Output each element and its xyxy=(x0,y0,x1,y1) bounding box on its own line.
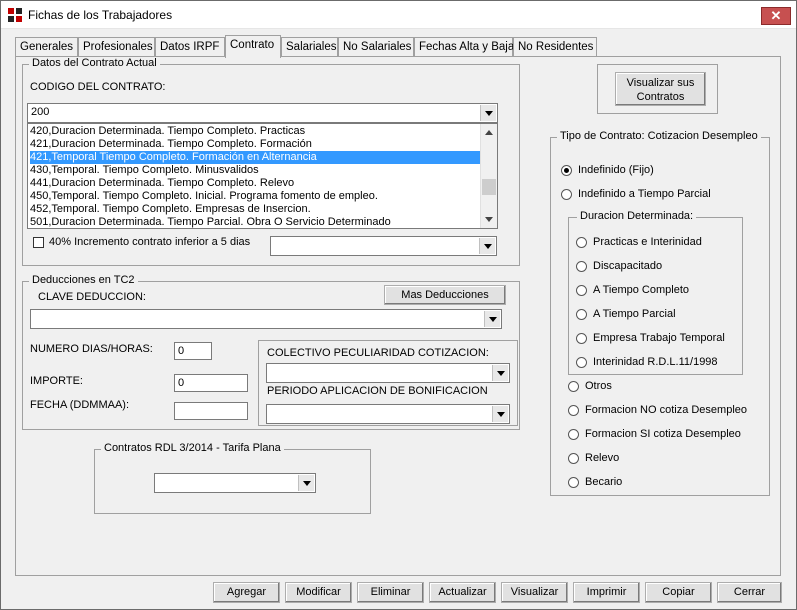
contract-list[interactable]: 420,Duracion Determinada. Tiempo Complet… xyxy=(27,123,498,229)
list-item[interactable]: 450,Temporal. Tiempo Completo. Inicial. … xyxy=(30,190,482,203)
imprimir-button[interactable]: Imprimir xyxy=(573,582,640,603)
clave-deduccion-label: CLAVE DEDUCCION: xyxy=(38,291,146,303)
scroll-thumb[interactable] xyxy=(482,179,496,195)
radio-label: Otros xyxy=(585,380,612,392)
deductions-group-title: Deducciones en TC2 xyxy=(29,274,138,286)
radio-icon[interactable] xyxy=(561,189,572,200)
colectivo-label: COLECTIVO PECULIARIDAD COTIZACION: xyxy=(267,347,489,359)
tab-fechas-alta-baja[interactable]: Fechas Alta y Baja xyxy=(414,37,514,57)
list-item[interactable]: 420,Duracion Determinada. Tiempo Complet… xyxy=(30,125,482,138)
periodo-combo[interactable] xyxy=(266,404,510,424)
contract-code-value: 200 xyxy=(31,106,50,118)
importe-value: 0 xyxy=(178,377,185,389)
radio-icon[interactable] xyxy=(568,453,579,464)
chevron-down-icon[interactable] xyxy=(492,365,508,381)
tab-profesionales[interactable]: Profesionales xyxy=(78,37,155,57)
main-window: Fichas de los Trabajadores ✕ Generales P… xyxy=(0,0,797,610)
increment-combo[interactable] xyxy=(270,236,497,256)
list-scrollbar[interactable] xyxy=(480,124,497,228)
contract-type-title: Tipo de Contrato: Cotizacion Desempleo xyxy=(557,130,761,142)
radio-label: Relevo xyxy=(585,452,620,464)
radio-label: A Tiempo Parcial xyxy=(593,308,676,320)
importe-label: IMPORTE: xyxy=(30,375,83,387)
tab-no-salariales[interactable]: No Salariales xyxy=(338,37,414,57)
scroll-down-icon[interactable] xyxy=(481,212,497,228)
radio-icon[interactable] xyxy=(576,285,587,296)
numero-dias-value: 0 xyxy=(178,345,185,357)
tab-contrato[interactable]: Contrato xyxy=(225,35,281,58)
radio-label: Becario xyxy=(585,476,623,488)
numero-dias-label: NUMERO DIAS/HORAS: xyxy=(30,343,153,355)
rdl-group-title: Contratos RDL 3/2014 - Tarifa Plana xyxy=(101,442,284,454)
radio-icon[interactable] xyxy=(576,309,587,320)
more-deductions-button[interactable]: Mas Deducciones xyxy=(384,285,506,305)
eliminar-button[interactable]: Eliminar xyxy=(357,582,424,603)
close-button[interactable]: ✕ xyxy=(761,7,791,25)
fecha-label: FECHA (DDMMAA): xyxy=(30,399,129,411)
colectivo-combo[interactable] xyxy=(266,363,510,383)
increment-checkbox[interactable] xyxy=(33,237,44,248)
clave-deduccion-combo[interactable] xyxy=(30,309,502,329)
copiar-button[interactable]: Copiar xyxy=(645,582,712,603)
chevron-down-icon[interactable] xyxy=(484,311,500,327)
window-title: Fichas de los Trabajadores xyxy=(28,8,173,22)
tab-generales[interactable]: Generales xyxy=(15,37,78,57)
radio-icon[interactable] xyxy=(568,381,579,392)
radio-label: Empresa Trabajo Temporal xyxy=(593,332,725,344)
radio-label: Interinidad R.D.L.11/1998 xyxy=(593,356,718,368)
contract-code-label: CODIGO DEL CONTRATO: xyxy=(30,81,166,93)
radio-icon[interactable] xyxy=(576,261,587,272)
tab-no-residentes[interactable]: No Residentes xyxy=(513,37,597,57)
cerrar-button[interactable]: Cerrar xyxy=(717,582,782,603)
chevron-down-icon[interactable] xyxy=(298,475,314,491)
radio-icon[interactable] xyxy=(568,477,579,488)
tab-salariales[interactable]: Salariales xyxy=(281,37,338,57)
radio-label: A Tiempo Completo xyxy=(593,284,689,296)
numero-dias-input[interactable]: 0 xyxy=(174,342,212,360)
scroll-up-icon[interactable] xyxy=(481,124,497,140)
chevron-down-icon[interactable] xyxy=(492,406,508,422)
radio-label: Formacion NO cotiza Desempleo xyxy=(585,404,748,416)
tab-datos-irpf[interactable]: Datos IRPF xyxy=(155,37,225,57)
modificar-button[interactable]: Modificar xyxy=(285,582,352,603)
list-item-selected[interactable]: 421,Temporal Tiempo Completo. Formación … xyxy=(30,151,482,164)
periodo-label: PERIODO APLICACION DE BONIFICACION xyxy=(267,385,488,397)
rdl-combo[interactable] xyxy=(154,473,316,493)
visualizar-button[interactable]: Visualizar xyxy=(501,582,568,603)
view-contracts-button[interactable]: Visualizar sus Contratos xyxy=(615,72,706,106)
contract-code-combo[interactable]: 200 xyxy=(27,103,498,123)
radio-label: Practicas e Interinidad xyxy=(593,236,702,248)
radio-checked-icon[interactable] xyxy=(561,165,572,176)
radio-icon[interactable] xyxy=(576,333,587,344)
radio-icon[interactable] xyxy=(576,237,587,248)
radio-icon[interactable] xyxy=(568,405,579,416)
agregar-button[interactable]: Agregar xyxy=(213,582,280,603)
duracion-title: Duracion Determinada: xyxy=(577,210,697,222)
view-contracts-line1: Visualizar sus xyxy=(626,77,695,89)
actualizar-button[interactable]: Actualizar xyxy=(429,582,496,603)
fecha-input[interactable] xyxy=(174,402,248,420)
list-item[interactable]: 441,Duracion Determinada. Tiempo Complet… xyxy=(30,177,482,190)
radio-label: Formacion SI cotiza Desempleo xyxy=(585,428,741,440)
radio-label: Indefinido (Fijo) xyxy=(578,164,654,176)
list-item[interactable]: 430,Temporal. Tiempo Completo. Minusvali… xyxy=(30,164,482,177)
contract-group-title: Datos del Contrato Actual xyxy=(29,57,160,69)
app-icon xyxy=(7,7,23,23)
title-bar: Fichas de los Trabajadores ✕ xyxy=(1,1,796,29)
radio-label: Discapacitado xyxy=(593,260,663,272)
chevron-down-icon[interactable] xyxy=(479,238,495,254)
chevron-down-icon[interactable] xyxy=(480,105,496,121)
radio-label: Indefinido a Tiempo Parcial xyxy=(578,188,711,200)
list-item[interactable]: 421,Duracion Determinada. Tiempo Complet… xyxy=(30,138,482,151)
list-item[interactable]: 452,Temporal. Tiempo Completo. Empresas … xyxy=(30,203,482,216)
importe-input[interactable]: 0 xyxy=(174,374,248,392)
increment-label: 40% Incremento contrato inferior a 5 dia… xyxy=(49,236,251,248)
list-item[interactable]: 501,Duracion Determinada. Tiempo Parcial… xyxy=(30,216,482,228)
close-icon: ✕ xyxy=(770,8,782,23)
radio-icon[interactable] xyxy=(576,357,587,368)
view-contracts-line2: Contratos xyxy=(636,91,685,103)
radio-icon[interactable] xyxy=(568,429,579,440)
